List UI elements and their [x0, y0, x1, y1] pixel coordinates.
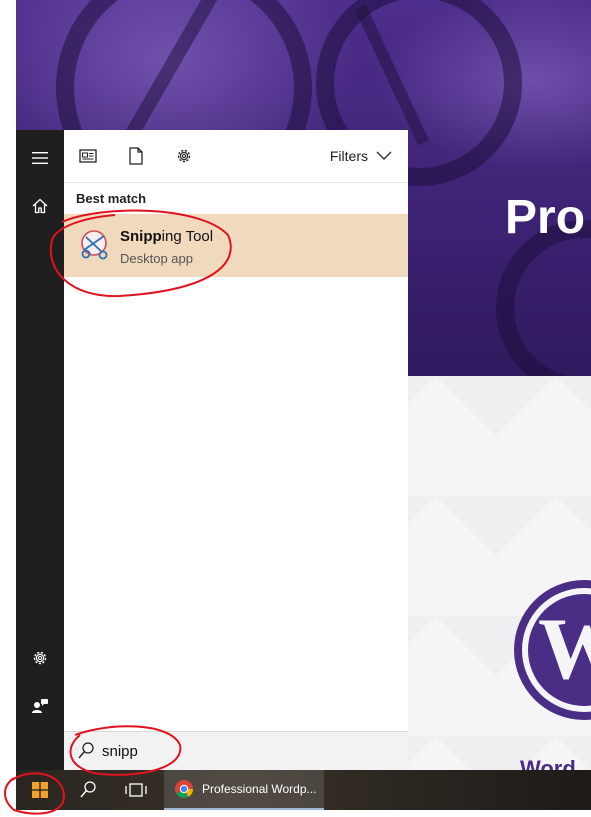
search-input[interactable] — [102, 740, 382, 762]
file-icon — [129, 147, 143, 165]
start-button[interactable] — [16, 770, 64, 810]
apps-filter-button[interactable] — [76, 144, 100, 168]
search-results-panel: Filters Best match Snipping Tool Desktop… — [64, 130, 408, 770]
hero-title: Pro — [505, 191, 586, 244]
task-view-icon — [125, 783, 147, 797]
result-title: Snipping Tool — [120, 228, 213, 245]
search-icon — [80, 781, 96, 798]
settings-filter-button[interactable] — [172, 144, 196, 168]
chrome-window-title: Professional Wordp... — [202, 782, 317, 796]
start-menu-rail — [16, 130, 64, 770]
windows-logo-icon — [32, 782, 48, 798]
chrome-icon — [175, 780, 193, 799]
home-button[interactable] — [16, 182, 64, 230]
best-match-heading: Best match — [76, 191, 147, 206]
result-subtitle: Desktop app — [120, 251, 193, 266]
expand-menu-button[interactable] — [16, 134, 64, 182]
hamburger-icon — [32, 152, 48, 164]
result-title-match: Snipp — [120, 228, 162, 245]
search-icon — [78, 742, 94, 759]
result-title-rest: ing Tool — [161, 228, 214, 245]
documents-filter-button[interactable] — [124, 144, 148, 168]
taskbar: Professional Wordp... — [16, 770, 591, 810]
panel-toolbar: Filters — [64, 130, 408, 183]
documents-icon — [79, 149, 97, 163]
snipping-tool-icon — [81, 230, 108, 260]
search-box[interactable] — [64, 731, 408, 771]
gear-icon — [33, 651, 47, 665]
taskbar-search-button[interactable] — [64, 770, 112, 810]
feedback-icon — [32, 699, 48, 713]
filters-label: Filters — [329, 148, 368, 164]
settings-button[interactable] — [16, 634, 64, 682]
home-icon — [32, 198, 48, 214]
best-match-result[interactable]: Snipping Tool Desktop app — [64, 214, 408, 277]
filters-dropdown[interactable]: Filters — [330, 148, 392, 164]
task-view-button[interactable] — [112, 770, 160, 810]
settings-icon — [177, 149, 191, 163]
chevron-down-icon — [376, 151, 392, 160]
feedback-button[interactable] — [16, 682, 64, 730]
taskbar-chrome-window[interactable]: Professional Wordp... — [164, 770, 324, 810]
